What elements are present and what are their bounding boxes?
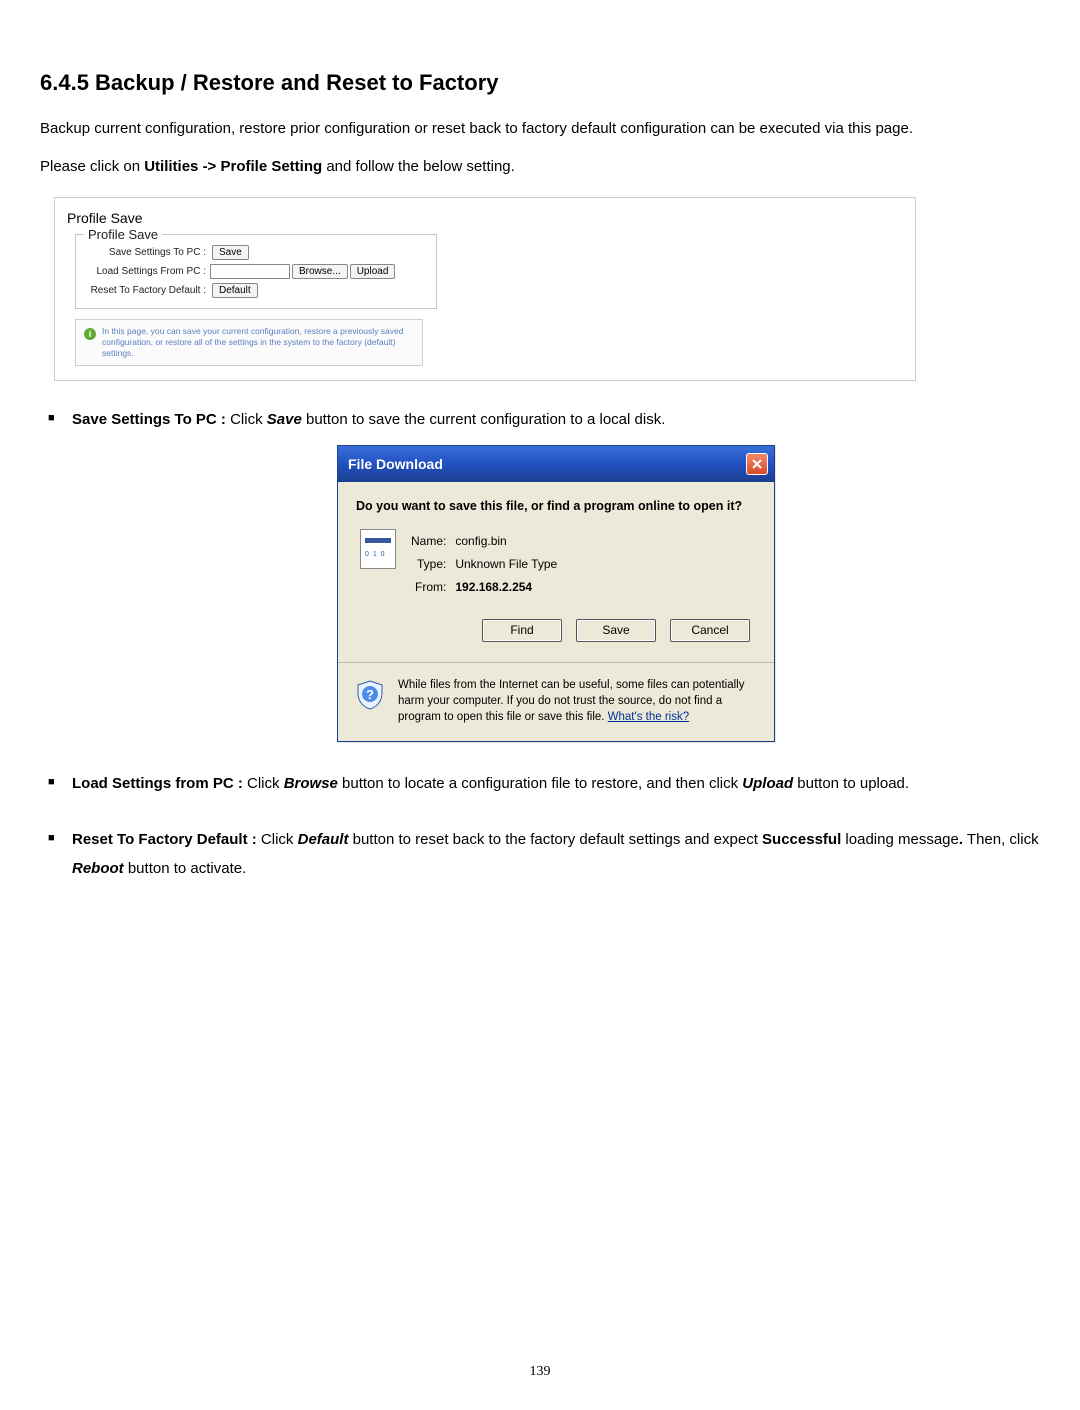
risk-link[interactable]: What's the risk?: [608, 711, 689, 723]
meta-name-value: config.bin: [454, 531, 558, 552]
dlg-save-button[interactable]: Save: [576, 619, 656, 642]
label-save-to-pc: Save Settings To PC :: [86, 247, 210, 258]
b1-b: Click: [226, 411, 267, 428]
dialog-buttons: Find Save Cancel: [482, 619, 756, 642]
save-button[interactable]: Save: [212, 245, 249, 260]
panel-title: Profile Save: [65, 206, 905, 234]
dialog-meta: Name: config.bin Type: Unknown File Type…: [360, 529, 756, 601]
find-button[interactable]: Find: [482, 619, 562, 642]
dialog-warning: While files from the Internet can be use…: [398, 677, 758, 725]
file-download-dialog: File Download Do you want to save this f…: [337, 445, 775, 742]
meta-row-name: Name: config.bin: [410, 531, 558, 552]
b3-h: Then, click: [963, 831, 1039, 848]
label-load-from-pc: Load Settings From PC :: [86, 266, 210, 277]
b1-d: button to save the current configuration…: [302, 411, 666, 428]
close-icon[interactable]: [746, 453, 768, 475]
fieldset-legend: Profile Save: [84, 227, 162, 242]
meta-from-value: 192.168.2.254: [454, 577, 558, 598]
file-icon: [360, 529, 396, 569]
bullet-load-settings: Load Settings from PC : Click Browse but…: [72, 770, 1040, 799]
row-save-settings: Save Settings To PC : Save: [86, 245, 426, 260]
meta-type-label: Type:: [410, 554, 452, 575]
dialog-title: File Download: [348, 451, 443, 478]
section-heading: 6.4.5 Backup / Restore and Reset to Fact…: [40, 70, 1040, 96]
b2-b: Click: [243, 775, 284, 792]
nav-instruction: Please click on Utilities -> Profile Set…: [40, 152, 1040, 182]
meta-table: Name: config.bin Type: Unknown File Type…: [408, 529, 560, 601]
b2-a: Load Settings from PC :: [72, 775, 243, 792]
meta-from-label: From:: [410, 577, 452, 598]
nav-c: and follow the below setting.: [322, 158, 515, 175]
browse-button[interactable]: Browse...: [292, 264, 348, 279]
page-number: 139: [0, 1364, 1080, 1380]
dialog-prompt: Do you want to save this file, or find a…: [356, 498, 756, 515]
b1-a: Save Settings To PC :: [72, 411, 226, 428]
row-load-settings: Load Settings From PC : Browse... Upload: [86, 264, 426, 279]
info-box: i In this page, you can save your curren…: [75, 319, 423, 366]
shield-icon: ?: [354, 679, 386, 711]
meta-type-value: Unknown File Type: [454, 554, 558, 575]
b3-j: button to activate.: [124, 860, 247, 877]
nav-a: Please click on: [40, 158, 144, 175]
bullet-reset-default: Reset To Factory Default : Click Default…: [72, 826, 1040, 883]
info-icon: i: [84, 328, 96, 340]
meta-row-from: From: 192.168.2.254: [410, 577, 558, 598]
b3-c: Default: [298, 831, 349, 848]
b3-d: button to reset back to the factory defa…: [348, 831, 762, 848]
nav-b: Utilities -> Profile Setting: [144, 158, 322, 175]
dialog-titlebar: File Download: [338, 446, 774, 483]
b2-c: Browse: [284, 775, 338, 792]
cancel-button[interactable]: Cancel: [670, 619, 750, 642]
b2-f: button to upload.: [793, 775, 909, 792]
bullet-save-settings: Save Settings To PC : Click Save button …: [72, 406, 1040, 742]
b3-a: Reset To Factory Default :: [72, 831, 257, 848]
warning-text: While files from the Internet can be use…: [398, 679, 744, 723]
b3-i: Reboot: [72, 860, 124, 877]
info-text: In this page, you can save your current …: [102, 326, 414, 359]
dialog-body: Do you want to save this file, or find a…: [338, 482, 774, 661]
label-reset-default: Reset To Factory Default :: [86, 285, 210, 296]
meta-row-type: Type: Unknown File Type: [410, 554, 558, 575]
intro-paragraph: Backup current configuration, restore pr…: [40, 114, 1040, 144]
svg-text:?: ?: [366, 687, 374, 702]
file-path-input[interactable]: [210, 264, 290, 279]
default-button[interactable]: Default: [212, 283, 258, 298]
b3-f: loading message: [841, 831, 959, 848]
b2-e: Upload: [742, 775, 793, 792]
b3-b: Click: [257, 831, 298, 848]
dialog-footer: ? While files from the Internet can be u…: [338, 662, 774, 741]
profile-save-panel: Profile Save Profile Save Save Settings …: [54, 197, 916, 381]
row-reset-default: Reset To Factory Default : Default: [86, 283, 426, 298]
b2-d: button to locate a configuration file to…: [338, 775, 742, 792]
profile-save-fieldset: Profile Save Save Settings To PC : Save …: [75, 234, 437, 309]
meta-name-label: Name:: [410, 531, 452, 552]
upload-button[interactable]: Upload: [350, 264, 396, 279]
b1-c: Save: [267, 411, 302, 428]
b3-e: Successful: [762, 831, 841, 848]
